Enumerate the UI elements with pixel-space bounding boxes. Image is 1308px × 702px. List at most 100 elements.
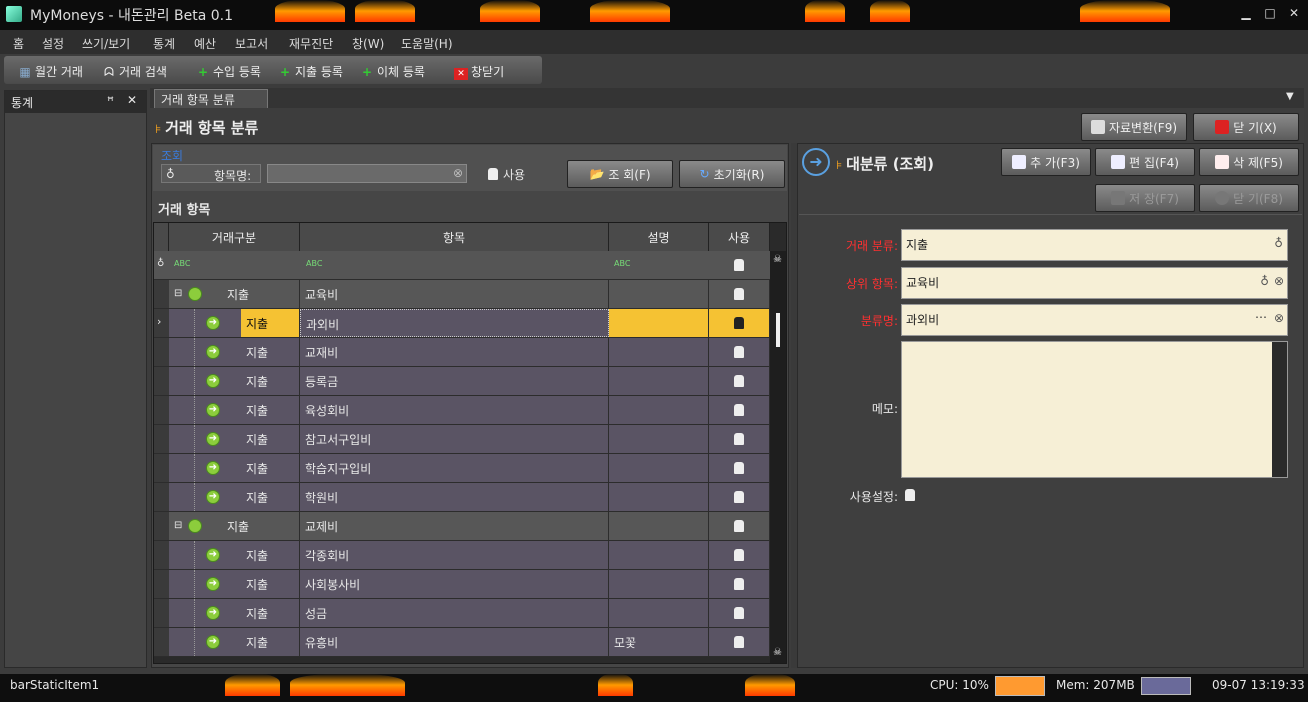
- lookup-icon[interactable]: ♁: [1260, 274, 1269, 288]
- column-header-type[interactable]: 거래구분: [169, 223, 300, 251]
- collapse-icon[interactable]: ⊟: [174, 520, 182, 531]
- tab-dropdown-icon[interactable]: ▼: [1286, 91, 1294, 102]
- table-row[interactable]: ➜ 지출 육성회비: [154, 396, 770, 425]
- table-row[interactable]: ➜ 지출 교재비: [154, 338, 770, 367]
- add-expense-button[interactable]: + 지출 등록: [278, 63, 343, 80]
- table-row[interactable]: ➜ 지출 성금: [154, 599, 770, 628]
- use-checkbox[interactable]: [734, 317, 744, 329]
- cell-use[interactable]: [709, 338, 770, 366]
- use-checkbox[interactable]: [734, 549, 744, 561]
- use-setting-checkbox[interactable]: [905, 489, 915, 501]
- app-logo-icon: [6, 6, 22, 22]
- panel-close-icon[interactable]: ✕: [127, 93, 137, 107]
- collapse-icon[interactable]: ⊟: [174, 288, 182, 299]
- ellipsis-icon[interactable]: ⋯: [1255, 310, 1267, 324]
- save-button[interactable]: 저 장(F7): [1095, 184, 1195, 212]
- cell-use[interactable]: [709, 599, 770, 627]
- grid-scrollbar[interactable]: ☠ ☠: [770, 251, 786, 663]
- table-row[interactable]: › ➜ 지출 과외비: [154, 309, 770, 338]
- name-field[interactable]: 과외비 ⋯ ⊗: [901, 304, 1288, 336]
- add-transfer-button[interactable]: + 이체 등록: [360, 63, 425, 80]
- minimize-button[interactable]: ▁: [1238, 6, 1254, 22]
- menu-settings[interactable]: 설정: [42, 35, 64, 52]
- menu-help[interactable]: 도움말(H): [401, 35, 453, 52]
- menu-window[interactable]: 창(W): [352, 35, 384, 52]
- use-checkbox[interactable]: [488, 168, 498, 180]
- cell-desc: [609, 454, 709, 482]
- cell-use[interactable]: [709, 309, 770, 337]
- type-field[interactable]: 지출 ♁: [901, 229, 1288, 261]
- table-row[interactable]: ➜ 지출 학습지구입비: [154, 454, 770, 483]
- cell-use[interactable]: [709, 628, 770, 656]
- column-header-desc[interactable]: 설명: [609, 223, 709, 251]
- use-checkbox[interactable]: [734, 491, 744, 503]
- cell-use[interactable]: [709, 570, 770, 598]
- scroll-thumb[interactable]: [776, 313, 780, 347]
- use-checkbox[interactable]: [734, 636, 744, 648]
- tab-transaction-categories[interactable]: 거래 항목 분류: [154, 89, 268, 108]
- maximize-button[interactable]: □: [1262, 6, 1278, 22]
- convert-data-button[interactable]: 자료변환(F9): [1081, 113, 1187, 141]
- use-checkbox[interactable]: [734, 375, 744, 387]
- close-window-button[interactable]: ✕: [1286, 6, 1302, 22]
- column-header-use[interactable]: 사용: [709, 223, 770, 251]
- clear-icon[interactable]: ⊗: [1274, 311, 1284, 325]
- use-checkbox[interactable]: [734, 288, 744, 300]
- cell-use[interactable]: [709, 367, 770, 395]
- reset-button[interactable]: ↻ 초기화(R): [679, 160, 785, 188]
- cell-use[interactable]: [709, 512, 770, 540]
- use-checkbox[interactable]: [734, 607, 744, 619]
- search-transactions-button[interactable]: ᗣ 거래 검색: [102, 63, 167, 80]
- cell-use[interactable]: [709, 425, 770, 453]
- item-name-input[interactable]: ⊗: [267, 164, 467, 183]
- column-header-item[interactable]: 항목: [300, 223, 609, 251]
- close-window-tool-button[interactable]: ✕ 창닫기: [454, 63, 504, 80]
- memo-textarea[interactable]: [901, 341, 1288, 478]
- grid-indicator-header: [154, 223, 169, 251]
- table-row[interactable]: ➜ 지출 사회봉사비: [154, 570, 770, 599]
- use-checkbox[interactable]: [734, 346, 744, 358]
- search-button[interactable]: 📂 조 회(F): [567, 160, 673, 188]
- scroll-up-icon[interactable]: ☠: [773, 254, 782, 265]
- add-income-button[interactable]: + 수입 등록: [196, 63, 261, 80]
- monthly-transactions-button[interactable]: ▦ 월간 거래: [18, 63, 83, 80]
- grid-filter-row[interactable]: ♁ ABC ABC ABC: [154, 251, 770, 280]
- clear-icon[interactable]: ⊗: [453, 166, 463, 180]
- use-filter-icon[interactable]: [734, 259, 744, 271]
- menu-write-view[interactable]: 쓰기/보기: [82, 35, 130, 52]
- cell-use[interactable]: [709, 396, 770, 424]
- detail-close-button[interactable]: 닫 기(F8): [1199, 184, 1299, 212]
- edit-button[interactable]: 편 집(F4): [1095, 148, 1195, 176]
- table-row[interactable]: ➜ 지출 학원비: [154, 483, 770, 512]
- use-checkbox[interactable]: [734, 578, 744, 590]
- delete-button[interactable]: 삭 제(F5): [1199, 148, 1299, 176]
- table-row[interactable]: ➜ 지출 각종회비: [154, 541, 770, 570]
- use-checkbox[interactable]: [734, 462, 744, 474]
- clear-icon[interactable]: ⊗: [1274, 274, 1284, 288]
- parent-field[interactable]: 교육비 ♁ ⊗: [901, 267, 1288, 299]
- use-checkbox[interactable]: [734, 404, 744, 416]
- close-page-button[interactable]: 닫 기(X): [1193, 113, 1299, 141]
- pin-icon[interactable]: ꟸ: [107, 94, 114, 108]
- menu-statistics[interactable]: 통계: [153, 35, 175, 52]
- cell-use[interactable]: [709, 541, 770, 569]
- add-button[interactable]: 추 가(F3): [1001, 148, 1091, 176]
- table-row[interactable]: ⊟ 지출 교육비: [154, 280, 770, 309]
- cell-use[interactable]: [709, 454, 770, 482]
- use-checkbox[interactable]: [734, 433, 744, 445]
- table-row[interactable]: ➜ 지출 참고서구입비: [154, 425, 770, 454]
- menu-home[interactable]: 홈: [13, 35, 24, 52]
- lookup-icon[interactable]: ♁: [1274, 236, 1283, 250]
- menu-report[interactable]: 보고서: [235, 35, 268, 52]
- table-row[interactable]: ➜ 지출 등록금: [154, 367, 770, 396]
- flame-decoration: [870, 0, 910, 22]
- table-row[interactable]: ⊟ 지출 교제비: [154, 512, 770, 541]
- cell-use[interactable]: [709, 483, 770, 511]
- memo-scrollbar[interactable]: [1272, 342, 1287, 477]
- cell-use[interactable]: [709, 280, 770, 308]
- menu-budget[interactable]: 예산: [194, 35, 216, 52]
- use-checkbox[interactable]: [734, 520, 744, 532]
- menu-diagnosis[interactable]: 재무진단: [289, 35, 333, 52]
- scroll-down-icon[interactable]: ☠: [773, 647, 782, 658]
- table-row[interactable]: ➜ 지출 유흥비 모꽃: [154, 628, 770, 657]
